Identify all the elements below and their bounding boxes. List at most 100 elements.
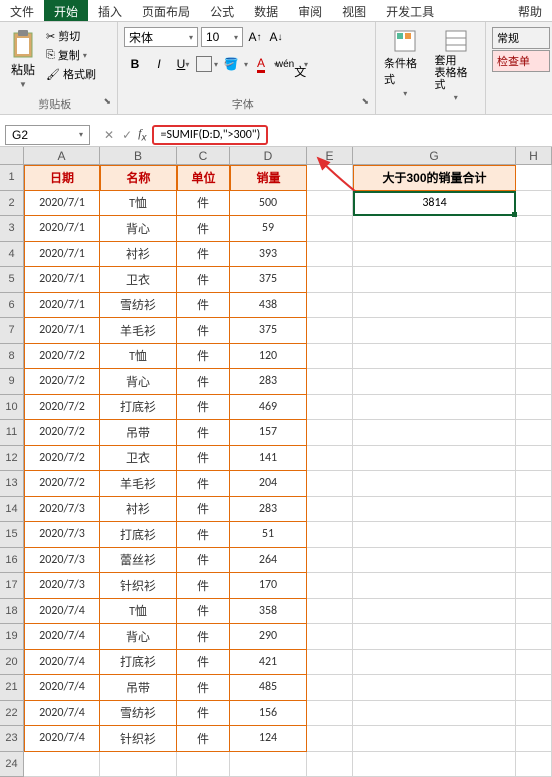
cell-date[interactable]: 2020/7/2 (24, 471, 100, 497)
cell-sales[interactable]: 264 (230, 548, 307, 574)
row-header[interactable]: 15 (0, 522, 24, 548)
cell[interactable] (516, 293, 552, 319)
col-header[interactable]: E (307, 147, 353, 164)
row-header[interactable]: 1 (0, 165, 24, 191)
header-cell[interactable]: 名称 (100, 165, 177, 191)
font-size-select[interactable]: 10▾ (201, 27, 243, 47)
cell-sales[interactable]: 204 (230, 471, 307, 497)
cell[interactable] (307, 650, 353, 676)
cell[interactable] (307, 497, 353, 523)
cell-name[interactable]: 衬衫 (100, 242, 177, 268)
name-box[interactable]: G2▾ (5, 125, 90, 145)
cell[interactable] (516, 624, 552, 650)
cell[interactable] (353, 675, 516, 701)
cell[interactable] (307, 216, 353, 242)
cell[interactable] (353, 522, 516, 548)
row-header[interactable]: 6 (0, 293, 24, 319)
cell[interactable] (307, 446, 353, 472)
cell[interactable] (516, 395, 552, 421)
cell-name[interactable]: 吊带 (100, 675, 177, 701)
cell-sales[interactable]: 469 (230, 395, 307, 421)
cell[interactable] (353, 497, 516, 523)
cell-date[interactable]: 2020/7/1 (24, 267, 100, 293)
paste-button[interactable]: 粘贴 ▼ (6, 27, 40, 91)
cell[interactable] (353, 420, 516, 446)
cell-name[interactable]: 羊毛衫 (100, 471, 177, 497)
cell[interactable] (307, 369, 353, 395)
cell-name[interactable]: T恤 (100, 599, 177, 625)
cell-sales[interactable]: 51 (230, 522, 307, 548)
menu-layout[interactable]: 页面布局 (132, 0, 200, 21)
cell[interactable] (307, 701, 353, 727)
cell-name[interactable]: 打底衫 (100, 650, 177, 676)
summary-header-cell[interactable]: 大于300的销量合计 (353, 165, 516, 191)
cell-sales[interactable]: 358 (230, 599, 307, 625)
cell-date[interactable]: 2020/7/1 (24, 318, 100, 344)
row-header[interactable]: 10 (0, 395, 24, 421)
cell-date[interactable]: 2020/7/1 (24, 293, 100, 319)
cell-unit[interactable]: 件 (177, 446, 230, 472)
cell[interactable] (516, 548, 552, 574)
cell-unit[interactable]: 件 (177, 471, 230, 497)
col-header[interactable]: B (100, 147, 177, 164)
cell[interactable] (307, 726, 353, 752)
cancel-formula-button[interactable]: ✕ (104, 128, 114, 142)
cell-unit[interactable]: 件 (177, 395, 230, 421)
row-header[interactable]: 9 (0, 369, 24, 395)
header-cell[interactable]: 销量 (230, 165, 307, 191)
col-header[interactable]: H (516, 147, 552, 164)
cell[interactable] (353, 701, 516, 727)
cell-date[interactable]: 2020/7/1 (24, 191, 100, 217)
cell[interactable] (307, 242, 353, 268)
cell[interactable] (353, 726, 516, 752)
header-cell[interactable]: 单位 (177, 165, 230, 191)
cell[interactable] (516, 344, 552, 370)
row-header[interactable]: 18 (0, 599, 24, 625)
cell[interactable] (353, 548, 516, 574)
cell-unit[interactable]: 件 (177, 599, 230, 625)
col-header[interactable]: D (230, 147, 307, 164)
menu-insert[interactable]: 插入 (88, 0, 132, 21)
cell[interactable] (516, 726, 552, 752)
menu-help[interactable]: 帮助 (508, 0, 552, 21)
cell[interactable] (307, 293, 353, 319)
cell-name[interactable]: 打底衫 (100, 395, 177, 421)
cell-date[interactable]: 2020/7/1 (24, 216, 100, 242)
cell[interactable] (516, 242, 552, 268)
cell-sales[interactable]: 375 (230, 267, 307, 293)
cell-name[interactable]: T恤 (100, 191, 177, 217)
menu-data[interactable]: 数据 (244, 0, 288, 21)
menu-home[interactable]: 开始 (44, 0, 88, 21)
cell-unit[interactable]: 件 (177, 293, 230, 319)
cell[interactable] (353, 395, 516, 421)
cell[interactable] (353, 573, 516, 599)
row-header[interactable]: 24 (0, 752, 24, 777)
cell-name[interactable]: 雪纺衫 (100, 701, 177, 727)
row-header[interactable]: 11 (0, 420, 24, 446)
cell[interactable] (516, 216, 552, 242)
phonetic-button[interactable]: wén文 (280, 53, 302, 75)
cell-unit[interactable]: 件 (177, 675, 230, 701)
font-name-select[interactable]: 宋体▾ (124, 27, 198, 47)
font-color-button[interactable]: A (250, 53, 272, 75)
cell-date[interactable]: 2020/7/4 (24, 599, 100, 625)
cell[interactable] (307, 675, 353, 701)
cell-unit[interactable]: 件 (177, 573, 230, 599)
cell-unit[interactable]: 件 (177, 216, 230, 242)
cell-date[interactable]: 2020/7/4 (24, 675, 100, 701)
cell-sales[interactable]: 141 (230, 446, 307, 472)
cell[interactable] (516, 267, 552, 293)
cell-name[interactable]: 背心 (100, 624, 177, 650)
cell[interactable] (353, 650, 516, 676)
copy-button[interactable]: ⎘复制▾ (44, 46, 98, 64)
cell[interactable] (516, 599, 552, 625)
cell-name[interactable]: 衬衫 (100, 497, 177, 523)
cut-button[interactable]: ✂剪切 (44, 27, 98, 45)
bold-button[interactable]: B (124, 53, 146, 75)
cell-unit[interactable]: 件 (177, 624, 230, 650)
cell-unit[interactable]: 件 (177, 344, 230, 370)
row-header[interactable]: 3 (0, 216, 24, 242)
cell[interactable] (353, 216, 516, 242)
cell-sales[interactable]: 421 (230, 650, 307, 676)
cell[interactable] (353, 318, 516, 344)
